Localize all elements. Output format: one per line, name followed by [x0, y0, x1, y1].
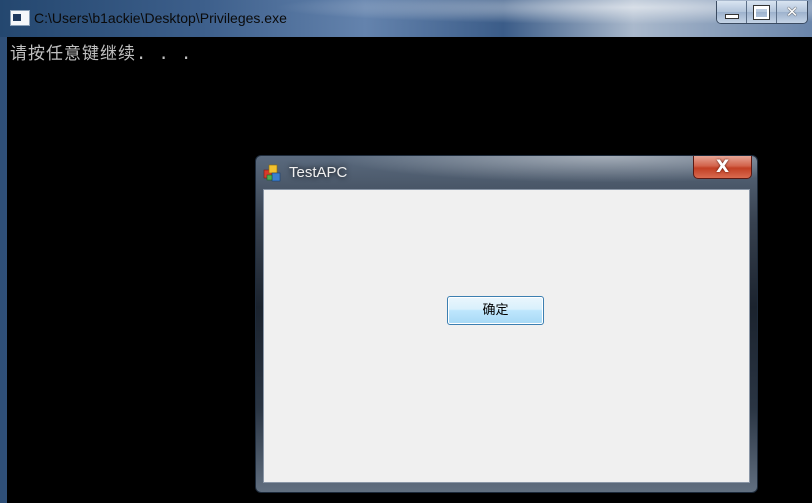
console-output-line: 请按任意键继续. . . [10, 44, 193, 64]
ok-button[interactable]: 确定 [447, 296, 544, 325]
maximize-icon [753, 4, 770, 20]
minimize-icon [724, 13, 739, 19]
close-button[interactable]: ✕ [777, 1, 807, 23]
close-icon: X [715, 156, 730, 177]
console-app-icon[interactable] [10, 10, 30, 26]
dialog-close-button[interactable]: X [693, 156, 752, 179]
testapc-dialog: TestAPC X 确定 [255, 155, 758, 493]
application-icon [263, 164, 281, 182]
console-titlebar[interactable]: C:\Users\b1ackie\Desktop\Privileges.exe … [0, 0, 812, 37]
window-controls: ✕ [716, 1, 808, 24]
dialog-title: TestAPC [289, 164, 348, 181]
maximize-button[interactable] [747, 1, 777, 23]
dialog-client-area: 确定 [263, 189, 750, 483]
minimize-button[interactable] [717, 1, 747, 23]
close-icon: ✕ [785, 2, 799, 21]
console-window-title: C:\Users\b1ackie\Desktop\Privileges.exe [34, 10, 287, 26]
